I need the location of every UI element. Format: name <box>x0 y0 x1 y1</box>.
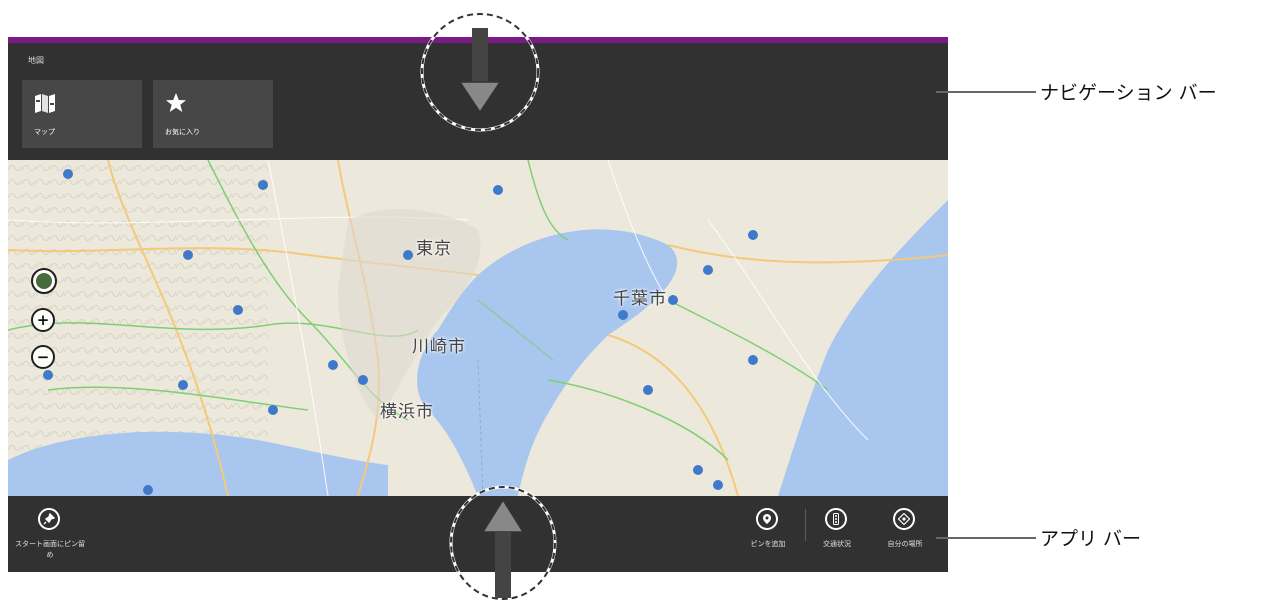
map-style-icon <box>36 273 52 289</box>
traffic-icon <box>825 508 847 530</box>
pin-to-start-label: スタート画面にピン留め <box>15 540 85 559</box>
nav-tile-favorites[interactable]: お気に入り <box>153 80 273 148</box>
traffic-button[interactable]: 交通状況 <box>801 508 873 568</box>
map-canvas <box>8 160 948 496</box>
nav-tile-favorites-label: お気に入り <box>165 128 200 136</box>
nav-tile-map-label: マップ <box>34 128 55 136</box>
my-location-button[interactable]: 自分の場所 <box>869 508 941 568</box>
zoom-in-button[interactable]: + <box>31 308 55 332</box>
city-label-chiba: 千葉市 <box>613 289 667 309</box>
my-location-label: 自分の場所 <box>887 540 923 548</box>
nav-bar-callout: ナビゲーション バー <box>1040 82 1217 104</box>
add-pin-icon <box>756 508 778 530</box>
pin-icon <box>38 508 60 530</box>
swipe-up-arrow-icon <box>449 485 557 601</box>
traffic-label: 交通状況 <box>823 540 851 548</box>
map-style-button[interactable] <box>31 268 57 294</box>
app-bar-callout: アプリ バー <box>1040 528 1142 550</box>
zoom-in-icon: + <box>36 311 50 329</box>
pin-to-start-button[interactable]: スタート画面にピン留め <box>14 508 86 568</box>
city-label-kawasaki: 川崎市 <box>412 337 466 357</box>
nav-tile-map[interactable]: マップ <box>22 80 142 148</box>
zoom-out-icon: − <box>36 348 50 366</box>
add-pin-label: ピンを追加 <box>750 540 786 548</box>
app-title: 地図 <box>28 56 44 65</box>
map-view[interactable]: 東京 千葉市 川崎市 横浜市 + − <box>8 160 948 496</box>
nav-bar-leader-line <box>936 91 1036 93</box>
city-label-yokohama: 横浜市 <box>380 402 434 422</box>
location-icon <box>893 508 915 530</box>
add-pin-button[interactable]: ピンを追加 <box>732 508 804 568</box>
app-bar-leader-line <box>936 537 1036 539</box>
map-icon <box>35 94 55 113</box>
city-label-tokyo: 東京 <box>416 239 452 259</box>
zoom-out-button[interactable]: − <box>31 345 55 369</box>
swipe-down-arrow-icon <box>420 12 540 132</box>
star-icon <box>166 93 186 112</box>
